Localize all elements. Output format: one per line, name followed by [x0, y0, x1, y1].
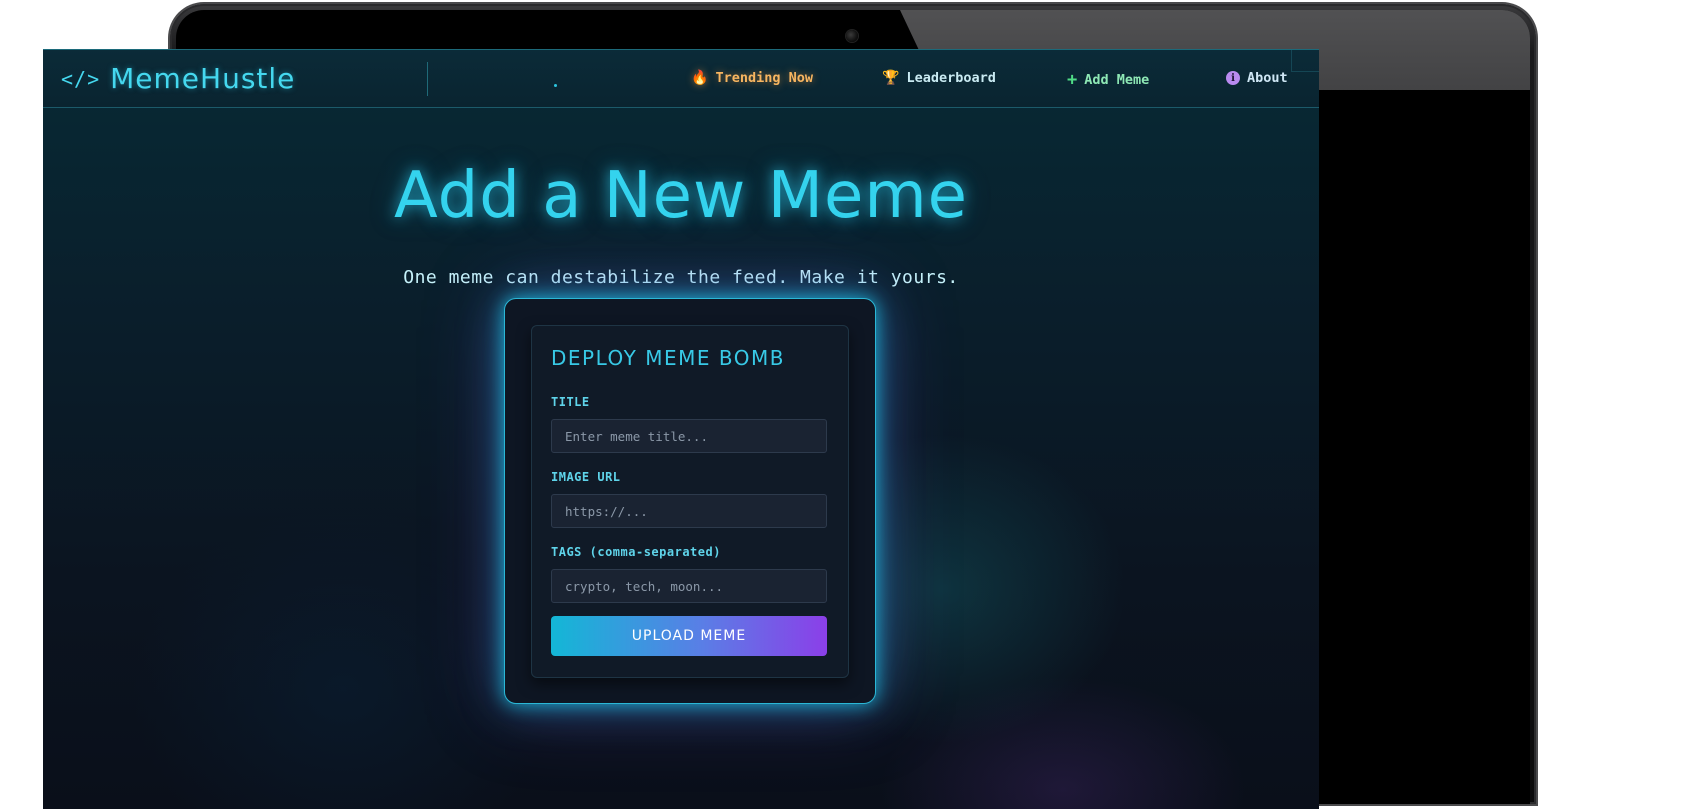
page-subtitle: One meme can destabilize the feed. Make …	[403, 267, 959, 288]
tags-label: TAGS (comma-separated)	[551, 545, 721, 559]
nav-item-label: Add Meme	[1084, 72, 1150, 88]
title-input[interactable]	[551, 419, 827, 453]
nav-item-label: Trending Now	[715, 70, 813, 86]
app-screen: </> MemeHustle 🔥 Trending Now 🏆 Leaderbo…	[43, 49, 1319, 809]
upload-meme-button[interactable]: UPLOAD MEME	[551, 616, 827, 656]
tags-input[interactable]	[551, 569, 827, 603]
form-heading: DEPLOY MEME BOMB	[551, 346, 785, 370]
add-meme-form: DEPLOY MEME BOMB TITLE IMAGE URL TAGS (c…	[531, 325, 849, 678]
nav-item-add-meme[interactable]: + Add Meme	[1067, 70, 1149, 90]
nav-item-leaderboard[interactable]: 🏆 Leaderboard	[882, 70, 996, 86]
image-url-input[interactable]	[551, 494, 827, 528]
form-card: DEPLOY MEME BOMB TITLE IMAGE URL TAGS (c…	[504, 298, 876, 704]
title-label: TITLE	[551, 395, 590, 409]
nav-corner-decor	[1291, 50, 1319, 72]
page-title: Add a New Meme	[393, 159, 969, 233]
webcam	[846, 30, 858, 42]
nav-item-label: Leaderboard	[906, 70, 996, 86]
nav-links: 🔥 Trending Now 🏆 Leaderboard + Add Meme …	[43, 50, 1319, 109]
nav-item-trending[interactable]: 🔥 Trending Now	[691, 70, 813, 86]
flame-icon: 🔥	[691, 70, 709, 86]
trophy-icon: 🏆	[882, 70, 900, 86]
info-icon: i	[1226, 71, 1240, 85]
image-url-label: IMAGE URL	[551, 470, 621, 484]
navbar: </> MemeHustle 🔥 Trending Now 🏆 Leaderbo…	[43, 49, 1319, 108]
nav-item-about[interactable]: i About	[1226, 70, 1288, 86]
plus-icon: +	[1067, 70, 1078, 90]
nav-item-label: About	[1247, 70, 1288, 86]
